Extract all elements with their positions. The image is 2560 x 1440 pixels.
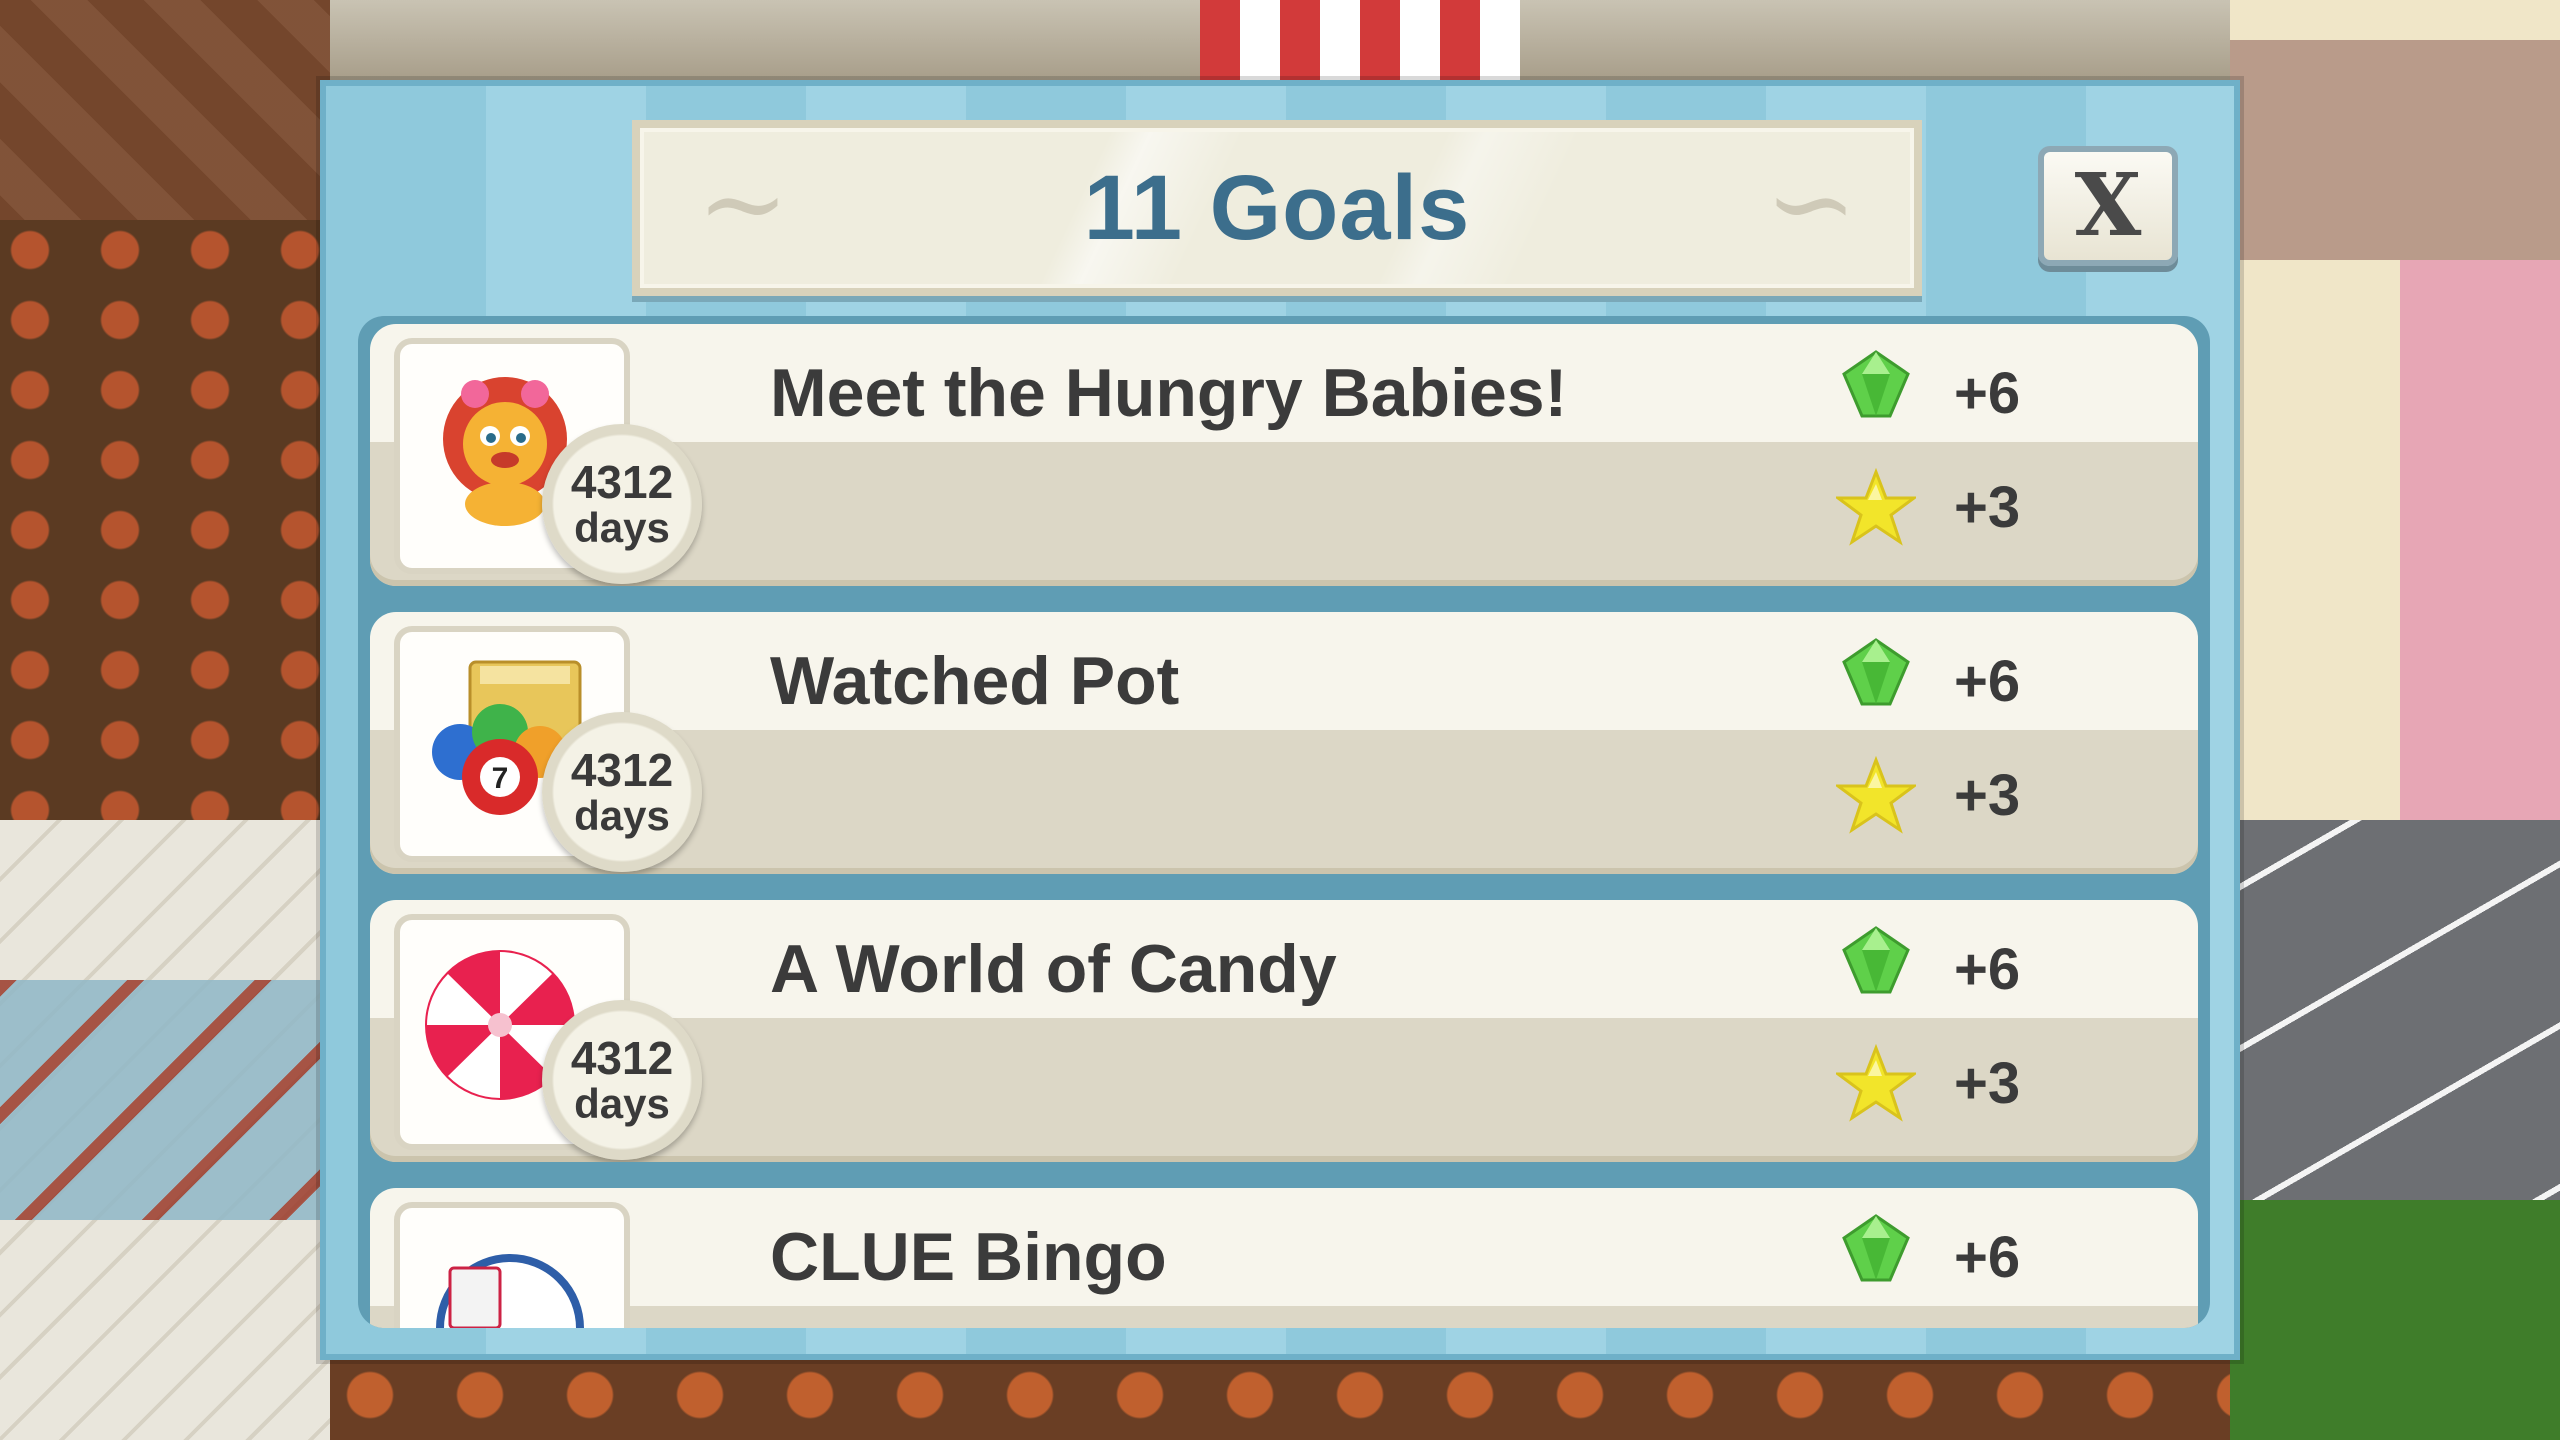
gem-icon [1842,638,1910,706]
svg-text:7: 7 [492,762,509,795]
goal-title: Watched Pot [770,643,1180,719]
bingo-card-icon [436,1254,584,1328]
goal-title: A World of Candy [770,931,1337,1007]
goal-row[interactable]: 4312 days Meet the Hungry Babies! +6 +3 [370,324,2198,586]
timer-value: 4312 [570,456,674,508]
goals-dialog: ~ ~ 11 Goals X 4312 days Meet the Hungry… [320,80,2240,1360]
timer-badge: 4312 days [542,712,702,872]
timer-unit: days [574,792,670,839]
star-reward-value: +3 [1954,475,2021,540]
star-icon [1836,468,1916,546]
window-row [0,980,330,1220]
star-icon [1836,756,1916,834]
star-icon [1836,1044,1916,1122]
timer-value: 4312 [570,1032,674,1084]
timer-badge: 4312 days [542,1000,702,1160]
gem-icon [1842,1214,1910,1282]
gem-icon [1842,350,1910,418]
timer-value: 4312 [570,744,674,796]
goal-icon-frame [394,1202,630,1328]
road-right [2230,820,2560,1220]
goal-row[interactable]: 4312 days A World of Candy +6 +3 [370,900,2198,1162]
title-banner: ~ ~ 11 Goals [632,120,1922,296]
timer-unit: days [574,504,670,551]
goal-row[interactable]: CLUE Bingo +6 [370,1188,2198,1328]
roof-right [2230,40,2560,260]
goal-title: CLUE Bingo [770,1219,1167,1295]
star-reward-value: +3 [1954,763,2021,828]
goal-row[interactable]: 7 4312 days Watched Pot +6 +3 [370,612,2198,874]
goals-list[interactable]: 4312 days Meet the Hungry Babies! +6 +3 [358,316,2210,1328]
dialog-title: 11 Goals [1083,156,1471,259]
grass-right [2230,1200,2560,1440]
timer-badge: 4312 days [542,424,702,584]
striped-awning [1200,0,1520,80]
gem-icon [1842,926,1910,994]
goal-title: Meet the Hungry Babies! [770,355,1568,431]
close-button[interactable]: X [2038,146,2178,266]
gem-reward-value: +6 [1954,361,2021,426]
timer-unit: days [574,1080,670,1127]
close-icon: X [2074,155,2142,256]
pink-house [2400,260,2560,820]
star-reward-value: +3 [1954,1051,2021,1116]
gem-reward-value: +6 [1954,1225,2021,1290]
bottom-tables-strip [330,1350,2230,1440]
gem-reward-value: +6 [1954,649,2021,714]
gem-reward-value: +6 [1954,937,2021,1002]
